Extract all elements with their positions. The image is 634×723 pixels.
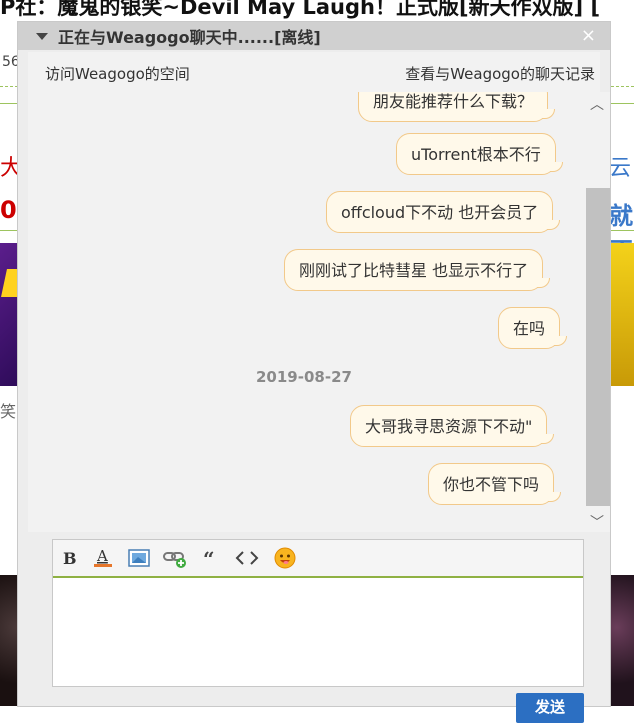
message-scrollbar[interactable]: ︿ ﹀ [586,92,610,532]
font-color-icon[interactable]: A [91,546,115,570]
visit-space-link[interactable]: 访问Weagogo的空间 [45,63,190,84]
message-bubble: 在吗 [498,307,568,349]
message-list: 朋友能推荐什么下载？ uTorrent根本不行 offcloud下不动 也开会员… [28,92,586,532]
scroll-thumb[interactable] [586,188,610,506]
scroll-up-icon[interactable]: ︿ [590,94,604,114]
chat-topbar: 访问Weagogo的空间 查看与Weagogo的聊天记录 [28,52,600,93]
message-editor: B A “ [52,539,584,687]
background-right-text: 云， [609,156,634,181]
svg-text:“: “ [203,548,215,568]
background-banner-right [609,243,634,386]
message-bubble: 刚刚试了比特彗星 也显示不行了 [284,249,551,291]
image-icon[interactable] [127,546,151,570]
message-bubble: 朋友能推荐什么下载？ [358,92,556,122]
send-button[interactable]: 发送 [516,693,584,723]
close-button[interactable]: × [581,25,596,46]
link-icon[interactable] [163,546,187,570]
background-page-title: P社：魔鬼的银笑~Devil May Laugh！正式版[新天作双版] [ [0,0,601,19]
message-bubble: uTorrent根本不行 [396,133,563,175]
bold-icon[interactable]: B [57,546,81,570]
collapse-caret-icon[interactable] [36,32,48,40]
message-bubble: 你也不管下吗 [428,463,562,505]
code-icon[interactable] [235,546,259,570]
svg-text:B: B [63,549,77,567]
scroll-down-icon[interactable]: ﹀ [590,512,604,532]
message-bubble: offcloud下不动 也开会员了 [326,191,561,233]
chat-window: 正在与Weagogo聊天中......[离线] × 访问Weagogo的空间 查… [18,22,610,723]
message-input[interactable] [53,578,583,686]
date-separator: 2019-08-27 [256,368,352,386]
chat-history-link[interactable]: 查看与Weagogo的聊天记录 [405,63,595,84]
quote-icon[interactable]: “ [199,546,223,570]
svg-text:A: A [96,547,108,565]
chat-title: 正在与Weagogo聊天中......[离线] [58,28,321,47]
message-bubble: 大哥我寻思资源下不动" [350,405,555,447]
emoji-icon[interactable] [273,546,297,570]
chat-titlebar[interactable]: 正在与Weagogo聊天中......[离线] × [18,22,610,50]
editor-toolbar: B A “ [53,540,583,578]
